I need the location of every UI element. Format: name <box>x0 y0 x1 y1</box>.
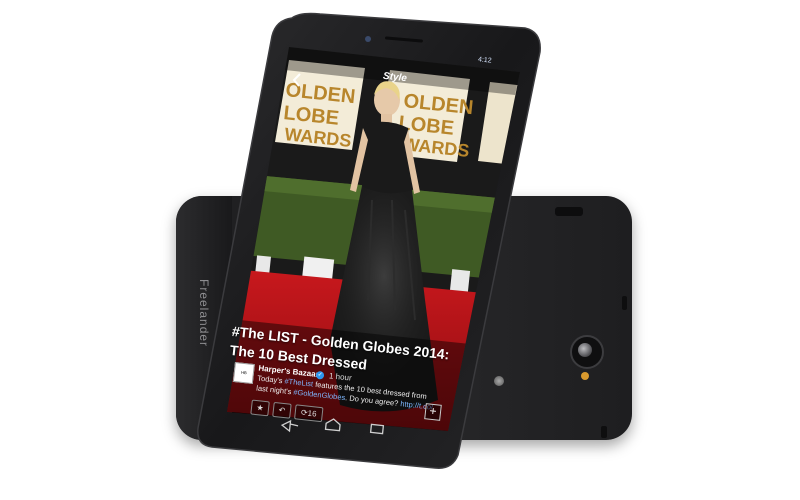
status-bar-time: 4:12 <box>477 56 492 65</box>
retweet-button[interactable]: ⟳16 <box>294 404 324 423</box>
section-title: Style <box>382 70 408 85</box>
plus-icon[interactable]: + <box>424 403 442 421</box>
front-camera <box>365 36 371 42</box>
avatar: HB <box>232 362 255 385</box>
star-icon[interactable]: ★ <box>250 399 270 417</box>
reply-icon[interactable]: ↶ <box>272 401 292 419</box>
retweet-count: 16 <box>307 408 318 419</box>
